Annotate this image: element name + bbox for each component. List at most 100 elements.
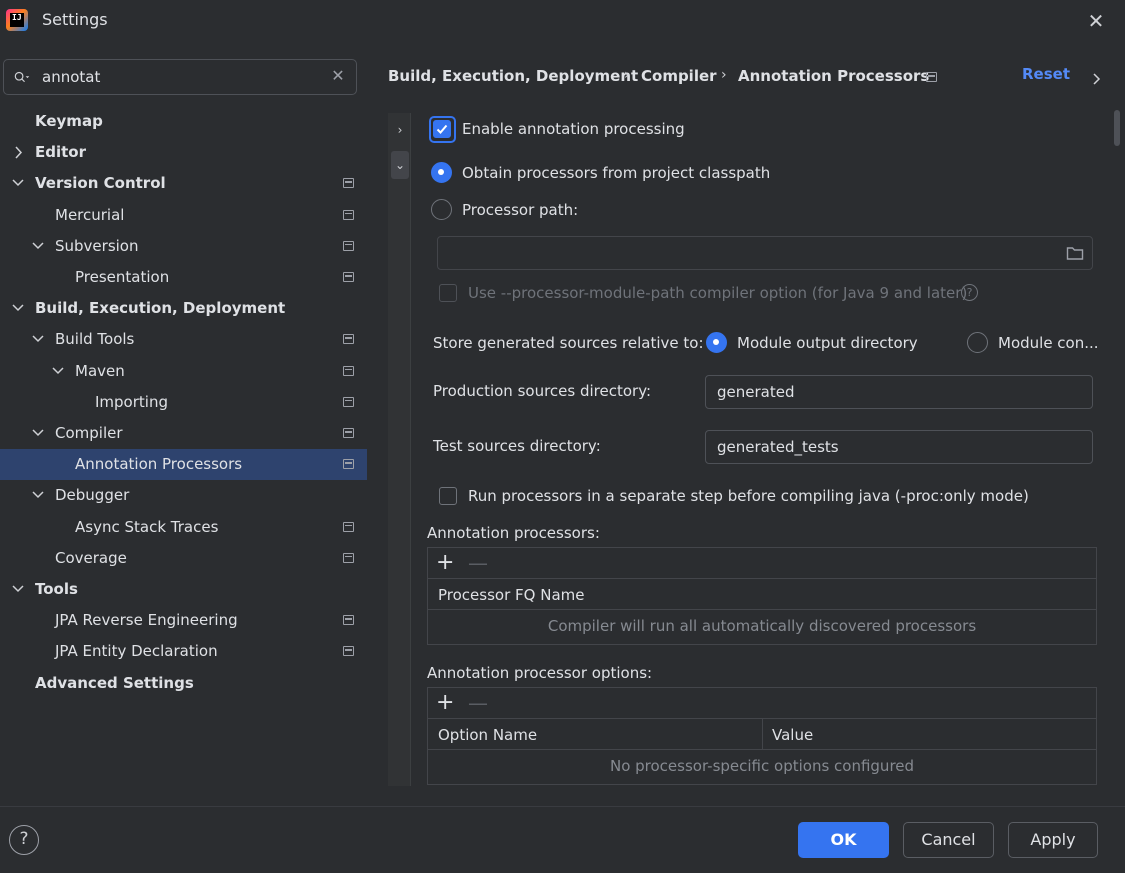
options-empty-text: No processor-specific options configured [609,757,915,775]
module-content-radio[interactable] [967,332,988,353]
sidebar-item-keymap[interactable]: Keymap [0,106,367,137]
gutter-strip [388,113,411,786]
sidebar-item-compiler[interactable]: Compiler [0,418,367,449]
sidebar-item-coverage[interactable]: Coverage [0,543,367,574]
chevron-right-icon[interactable] [11,137,25,168]
breadcrumb-item-annotation-processors: Annotation Processors [738,67,930,85]
store-relative-label: Store generated sources relative to: [433,334,704,352]
ok-button[interactable]: OK [798,822,889,858]
module-path-option-checkbox[interactable] [439,284,457,302]
chevron-down-icon[interactable] [31,480,45,511]
option-name-column[interactable]: Option Name [438,726,537,744]
chevron-down-icon[interactable] [51,356,65,387]
chevron-right-icon[interactable] [1091,72,1103,86]
folder-icon[interactable] [1066,245,1084,261]
sidebar-item-subversion[interactable]: Subversion [0,231,367,262]
sidebar-item-label: Editor [35,143,86,162]
processor-options-table: + — Option Name Value No processor-speci… [427,687,1097,785]
help-circle-icon[interactable]: ? [961,284,978,301]
project-scope-icon [343,428,354,438]
window-title: Settings [42,10,108,29]
sidebar-item-label: Mercurial [55,205,125,224]
separate-step-checkbox[interactable] [439,487,457,505]
vertical-scrollbar[interactable] [1114,110,1120,146]
remove-icon[interactable]: — [468,692,488,714]
add-icon[interactable]: + [436,552,456,574]
chevron-down-icon[interactable] [11,168,25,199]
collapse-down-icon[interactable]: ⌄ [391,151,409,179]
cancel-button[interactable]: Cancel [903,822,994,858]
sidebar-item-mercurial[interactable]: Mercurial [0,200,367,231]
sidebar-item-label: Compiler [55,424,123,442]
chevron-down-icon[interactable] [31,418,45,449]
breadcrumb-separator: › [624,67,630,83]
sidebar-item-editor[interactable]: Editor [0,137,367,168]
sidebar-item-label: Tools [35,580,78,598]
obtain-from-classpath-radio[interactable] [431,162,452,183]
breadcrumb-separator: › [721,67,727,83]
project-scope-icon [343,178,354,189]
table-header: Option Name Value [428,719,1096,750]
value-column[interactable]: Value [772,726,813,744]
module-path-option-label: Use --processor-module-path compiler opt… [468,284,968,302]
chevron-down-icon[interactable] [31,324,45,355]
help-button[interactable]: ? [9,825,39,855]
clear-search-icon[interactable]: ✕ [330,66,346,86]
sidebar-item-maven[interactable]: Maven [0,356,367,387]
project-scope-icon [343,552,354,563]
enable-annotation-processing-checkbox[interactable] [433,120,451,138]
chevron-down-icon[interactable] [11,574,25,605]
sidebar-item-label: Version Control [35,174,166,193]
processor-path-field[interactable] [437,236,1093,270]
module-output-label: Module output directory [737,334,918,352]
check-icon [436,124,448,134]
sidebar-item-presentation[interactable]: Presentation [0,262,367,293]
project-scope-icon [343,615,354,626]
sidebar-item-advanced-settings[interactable]: Advanced Settings [0,668,367,699]
sidebar-item-jpa-reverse-engineering[interactable]: JPA Reverse Engineering [0,605,367,636]
project-scope-icon [343,209,354,220]
chevron-down-icon[interactable] [31,231,45,262]
breadcrumb-item-compiler[interactable]: Compiler [641,67,717,85]
project-scope-icon [343,396,354,407]
project-scope-icon [343,240,354,251]
processor-path-label: Processor path: [462,201,579,219]
sidebar-item-label: Importing [95,392,168,411]
module-output-radio[interactable] [706,332,727,353]
expand-right-icon[interactable]: › [391,116,409,144]
sidebar-item-label: Build, Execution, Deployment [35,299,286,318]
sidebar-item-annotation-processors[interactable]: Annotation Processors [0,449,367,481]
sidebar-item-build-execution-deployment[interactable]: Build, Execution, Deployment [0,293,367,324]
sidebar-item-jpa-entity-declaration[interactable]: JPA Entity Declaration [0,636,367,667]
sidebar-item-build-tools[interactable]: Build Tools [0,324,367,355]
sidebar-item-version-control[interactable]: Version Control [0,168,367,199]
chevron-down-icon[interactable] [11,293,25,324]
project-scope-icon [343,459,354,470]
remove-icon[interactable]: — [468,552,488,574]
processor-path-radio[interactable] [431,199,452,220]
breadcrumb-item-build[interactable]: Build, Execution, Deployment [388,67,638,85]
sidebar-item-label: Build Tools [55,330,135,349]
search-icon[interactable] [14,69,30,85]
project-scope-icon [343,334,354,345]
close-icon[interactable]: ✕ [1084,9,1108,33]
sidebar-item-tools[interactable]: Tools [0,574,367,605]
sidebar-item-label: Coverage [55,548,127,567]
production-sources-label: Production sources directory: [433,382,652,400]
project-scope-icon [343,521,354,532]
project-scope-icon [343,365,354,376]
add-icon[interactable]: + [436,692,456,714]
apply-button[interactable]: Apply [1008,822,1098,858]
annotation-processors-title: Annotation processors: [427,524,600,542]
sidebar-item-label: Keymap [35,112,103,130]
test-sources-input[interactable]: generated_tests [705,430,1093,464]
sidebar-item-async-stack-traces[interactable]: Async Stack Traces [0,512,367,543]
module-content-label: Module con... [998,334,1099,352]
sidebar-item-debugger[interactable]: Debugger [0,480,367,511]
sidebar-item-importing[interactable]: Importing [0,387,367,418]
search-input[interactable] [42,64,322,90]
reset-link[interactable]: Reset [1022,65,1070,83]
production-sources-input[interactable]: generated [705,375,1093,409]
processor-fq-name-column[interactable]: Processor FQ Name [438,586,584,604]
test-sources-label: Test sources directory: [433,437,601,455]
